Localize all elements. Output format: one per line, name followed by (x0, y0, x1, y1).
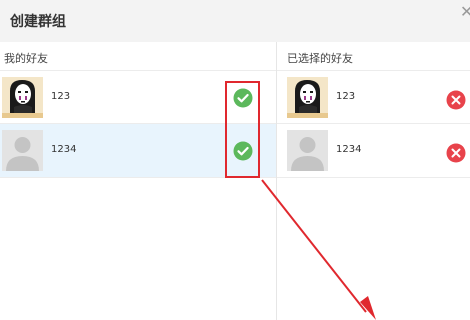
dialog-title: 创建群组 (10, 14, 66, 30)
annotation-highlight-box (225, 81, 260, 178)
selected-friend-name: 123 (336, 91, 356, 102)
dialog-header: 创建群组 ✕ (0, 0, 470, 42)
default-avatar-icon (2, 130, 43, 171)
remove-icon[interactable] (446, 90, 466, 110)
friend-name: 123 (51, 91, 71, 102)
avatar (2, 77, 43, 118)
friends-list-label: 我的好友 (4, 52, 48, 65)
friend-name: 1234 (51, 144, 77, 155)
avatar (287, 77, 328, 118)
anime-avatar-icon (2, 77, 43, 118)
create-group-dialog: 创建群组 ✕ 我的好友 123 1234 已选择的好友 123 1234 (0, 0, 470, 320)
anime-avatar-icon (287, 77, 328, 118)
selected-friend-row: 123 (277, 70, 470, 124)
remove-icon[interactable] (446, 143, 466, 163)
selected-friends-label: 已选择的好友 (287, 52, 353, 65)
selected-friends-panel: 已选择的好友 123 1234 (277, 42, 470, 320)
selected-friend-row: 1234 (277, 124, 470, 178)
default-avatar-icon (287, 130, 328, 171)
selected-friend-name: 1234 (336, 144, 362, 155)
avatar (2, 130, 43, 171)
close-icon[interactable]: ✕ (460, 4, 470, 20)
avatar (287, 130, 328, 171)
